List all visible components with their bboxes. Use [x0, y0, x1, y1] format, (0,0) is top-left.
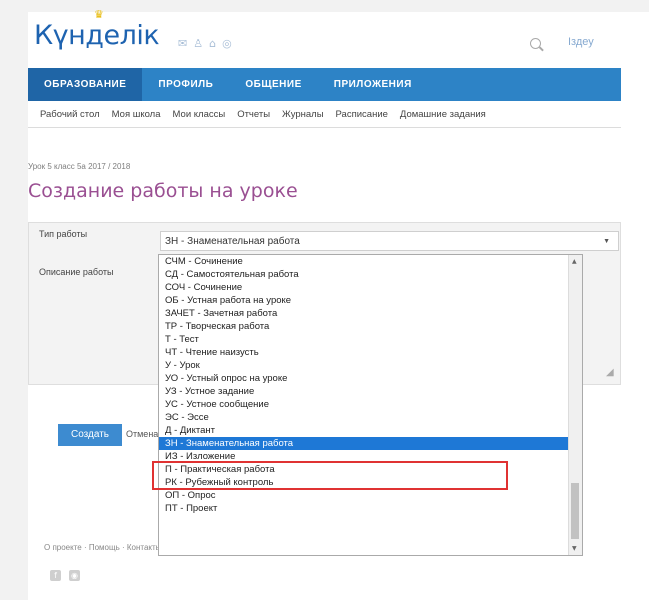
dropdown-scrollbar[interactable]: ▲ ▼ [568, 255, 582, 555]
home-icon[interactable]: ⌂ [209, 37, 216, 50]
dropdown-option[interactable]: П - Практическая работа [159, 463, 582, 476]
subnav-item-schedule[interactable]: Расписание [336, 101, 388, 127]
scroll-down-icon[interactable]: ▼ [572, 545, 577, 552]
scroll-up-icon[interactable]: ▲ [572, 258, 577, 265]
dropdown-option[interactable]: ТР - Творческая работа [159, 320, 582, 333]
sub-navigation: Рабочий стол Моя школа Мои классы Отчеты… [28, 101, 621, 128]
dropdown-option[interactable]: УЗ - Устное задание [159, 385, 582, 398]
subnav-item-journals[interactable]: Журналы [282, 101, 324, 127]
search-icon[interactable] [530, 38, 541, 49]
create-button[interactable]: Создать [58, 424, 122, 446]
subnav-item-classes[interactable]: Мои классы [173, 101, 226, 127]
dropdown-option[interactable]: ОП - Опрос [159, 489, 582, 502]
message-icon[interactable]: ✉ [178, 37, 187, 50]
logo-crown-icon: ♛ [94, 8, 104, 21]
dropdown-option[interactable]: Д - Диктант [159, 424, 582, 437]
breadcrumb[interactable]: Урок 5 класс 5а 2017 / 2018 [28, 162, 130, 171]
dropdown-option[interactable]: СД - Самостоятельная работа [159, 268, 582, 281]
work-type-dropdown: СЧМ - Сочинение СД - Самостоятельная рабо… [158, 254, 583, 556]
dropdown-option[interactable]: СОЧ - Сочинение [159, 281, 582, 294]
person-icon[interactable]: ♙ [193, 37, 203, 50]
footer-links[interactable]: О проекте · Помощь · Контакты [44, 543, 161, 552]
tab-applications[interactable]: ПРИЛОЖЕНИЯ [318, 68, 428, 101]
select-value: ЗН - Знаменательная работа [165, 236, 300, 247]
dropdown-option[interactable]: ЭС - Эссе [159, 411, 582, 424]
dropdown-option[interactable]: ЗАЧЕТ - Зачетная работа [159, 307, 582, 320]
description-label: Описание работы [39, 267, 114, 277]
scrollbar-thumb[interactable] [571, 483, 579, 539]
tab-profile[interactable]: ПРОФИЛЬ [142, 68, 229, 101]
dropdown-option[interactable]: СЧМ - Сочинение [159, 255, 582, 268]
main-navigation: ОБРАЗОВАНИЕ ПРОФИЛЬ ОБЩЕНИЕ ПРИЛОЖЕНИЯ [28, 68, 621, 101]
page-title: Создание работы на уроке [28, 180, 298, 202]
resize-handle-icon[interactable]: ◢ [606, 367, 614, 378]
dropdown-option[interactable]: ПТ - Проект [159, 502, 582, 515]
search-link[interactable]: Іздеу [568, 36, 594, 48]
dropdown-option[interactable]: ЗН - Знаменательная работа [159, 437, 582, 450]
tab-education[interactable]: ОБРАЗОВАНИЕ [28, 68, 143, 101]
dropdown-option[interactable]: УС - Устное сообщение [159, 398, 582, 411]
top-icon-bar: ✉ ♙ ⌂ ◎ [178, 37, 232, 50]
dropdown-option[interactable]: РК - Рубежный контроль [159, 476, 582, 489]
camera-icon[interactable]: ◉ [69, 570, 80, 581]
dropdown-option[interactable]: ИЗ - Изложение [159, 450, 582, 463]
work-type-select[interactable]: ЗН - Знаменательная работа ▼ [160, 231, 619, 251]
dropdown-option[interactable]: У - Урок [159, 359, 582, 372]
dropdown-option[interactable]: ЧТ - Чтение наизусть [159, 346, 582, 359]
dropdown-option[interactable]: УО - Устный опрос на уроке [159, 372, 582, 385]
dropdown-option[interactable]: Т - Тест [159, 333, 582, 346]
kundelik-logo[interactable]: Күнделік [34, 20, 160, 51]
dropdown-option[interactable]: ОБ - Устная работа на уроке [159, 294, 582, 307]
footer-social: f ◉ [50, 570, 80, 581]
facebook-icon[interactable]: f [50, 570, 61, 581]
subnav-item-school[interactable]: Моя школа [112, 101, 161, 127]
globe-icon[interactable]: ◎ [222, 37, 232, 50]
work-type-label: Тип работы [39, 229, 88, 239]
subnav-item-reports[interactable]: Отчеты [237, 101, 270, 127]
subnav-item-homework[interactable]: Домашние задания [400, 101, 486, 127]
tab-communication[interactable]: ОБЩЕНИЕ [229, 68, 317, 101]
subnav-item-desktop[interactable]: Рабочий стол [40, 101, 100, 127]
cancel-link[interactable]: Отмена [126, 429, 158, 439]
dropdown-options: СЧМ - Сочинение СД - Самостоятельная рабо… [159, 255, 582, 515]
chevron-down-icon: ▼ [603, 238, 610, 245]
